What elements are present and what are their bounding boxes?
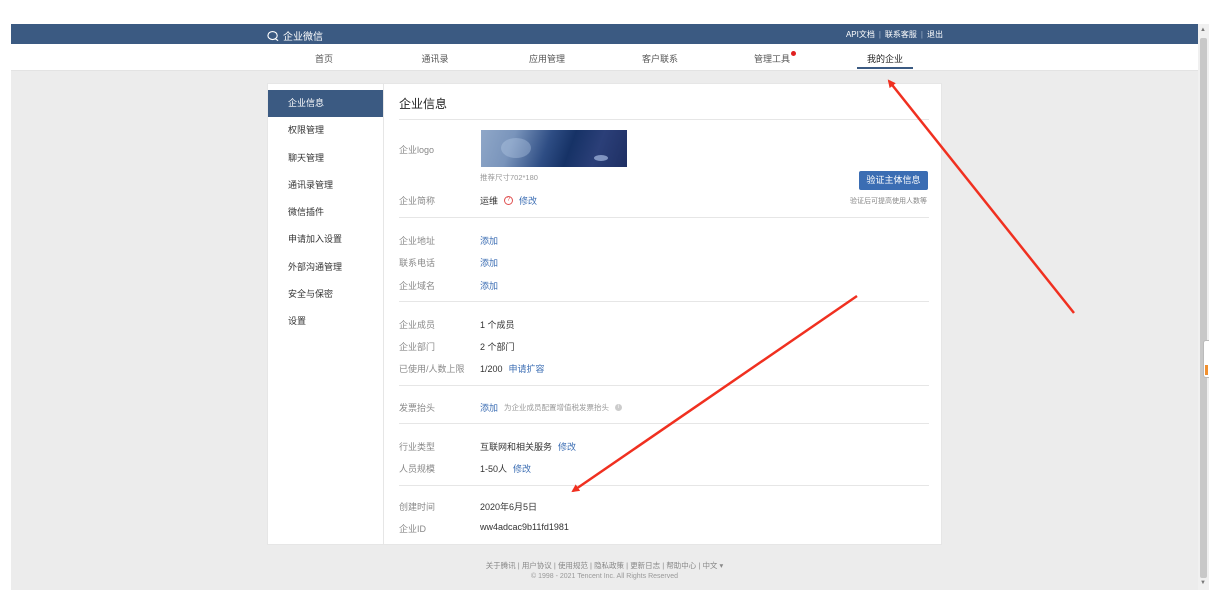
created-value: 2020年6月5日 [480,502,538,512]
scale-row: 1-50人 修改 [480,462,531,475]
content-panel: 企业信息 企业logo 推荐尺寸702*180 验证主体信息 验证后可提高使用人… [384,84,941,544]
notification-dot [791,51,796,56]
wecom-logo-icon [267,30,279,41]
nav-customer-contact[interactable]: 客户联系 [630,52,690,65]
verify-entity-button[interactable]: 验证主体信息 [859,171,928,190]
separator: | [878,30,881,39]
sidebar-item-contacts-management[interactable]: 通讯录管理 [268,172,383,199]
footer-language-select[interactable]: 中文 ▾ [702,561,723,570]
nav-home[interactable]: 首页 [294,52,354,65]
departments-label: 企业部门 [399,342,436,352]
footer-copyright: © 1998 - 2021 Tencent Inc. All Rights Re… [530,573,679,580]
sidebar-item-wechat-plugin[interactable]: 微信插件 [268,199,383,226]
usage-label: 已使用/人数上限 [399,364,465,374]
usage-value: 1/200 [480,363,503,374]
add-phone-link[interactable]: 添加 [480,256,498,269]
api-docs-link[interactable]: API文档 [846,29,875,40]
invoice-hint: 为企业成员配置增值税发票抬头 [504,403,610,412]
corp-id-label: 企业ID [399,524,427,534]
scroll-thumb[interactable] [1200,38,1207,578]
enterprise-card: 企业信息 权限管理 聊天管理 通讯录管理 微信插件 申请加入设置 外部沟通管理 … [267,83,942,545]
sidebar-item-settings[interactable]: 设置 [268,308,383,335]
sidebar-item-join-settings[interactable]: 申请加入设置 [268,226,383,253]
verify-hint: 验证后可提高使用人数等 [850,198,927,205]
corp-id-value: ww4adcac9b11fd1981 [480,522,569,532]
scrollbar[interactable]: ▲ ▼ [1198,24,1209,590]
nav-my-enterprise[interactable]: 我的企业 [855,52,915,65]
sidebar-item-external-communication[interactable]: 外部沟通管理 [268,254,383,281]
add-address-link[interactable]: 添加 [480,234,498,247]
edit-industry-link[interactable]: 修改 [558,440,576,453]
nav-apps[interactable]: 应用管理 [517,52,577,65]
divider [399,217,929,218]
nav-active-underline [857,67,913,69]
sidebar-item-chat-management[interactable]: 聊天管理 [268,145,383,172]
edit-short-name-link[interactable]: 修改 [519,194,537,207]
side-float-tab[interactable] [1203,340,1209,378]
sidebar-item-security[interactable]: 安全与保密 [268,281,383,308]
footer-link-changelog[interactable]: 更新日志 [630,561,660,570]
industry-label: 行业类型 [399,442,436,452]
scale-label: 人员规模 [399,464,436,474]
info-icon[interactable]: i [615,404,623,411]
footer-links: 关于腾讯 | 用户协议 | 使用规范 | 隐私政策 | 更新日志 | 帮助中心 … [485,561,724,570]
members-value: 1 个成员 [480,320,515,330]
page-title: 企业信息 [399,97,448,111]
top-links: API文档 | 联系客服 | 退出 [846,29,943,40]
apply-expand-link[interactable]: 申请扩容 [509,362,545,375]
domain-label: 企业域名 [399,281,436,291]
usage-row: 1/200 申请扩容 [480,362,545,375]
brand[interactable]: 企业微信 [267,28,323,43]
footer-link-privacy[interactable]: 隐私政策 [594,561,624,570]
footer-link-usage-rules[interactable]: 使用规范 [558,561,588,570]
footer-link-help[interactable]: 帮助中心 [666,561,696,570]
main-nav: 首页 通讯录 应用管理 客户联系 管理工具 我的企业 [11,44,1198,71]
scale-value: 1-50人 [480,464,508,474]
sidebar: 企业信息 权限管理 聊天管理 通讯录管理 微信插件 申请加入设置 外部沟通管理 … [268,84,384,544]
logo-highlight [501,138,531,158]
sidebar-item-permissions[interactable]: 权限管理 [268,117,383,144]
divider [399,485,929,486]
short-name-label: 企业简称 [399,196,436,206]
industry-value: 互联网和相关服务 [480,442,553,452]
industry-row: 互联网和相关服务 修改 [480,440,576,453]
invoice-row: 添加 为企业成员配置增值税发票抬头 i [480,401,623,414]
page-frame: 企业微信 API文档 | 联系客服 | 退出 首页 通讯录 应用管理 客户联系 … [11,24,1198,590]
created-label: 创建时间 [399,502,436,512]
logo-highlight [594,155,608,161]
divider [399,119,929,120]
phone-label: 联系电话 [399,258,436,268]
enterprise-logo-image[interactable] [481,130,627,167]
logo-size-hint: 推荐尺寸702*180 [480,173,538,182]
add-domain-link[interactable]: 添加 [480,279,498,292]
members-label: 企业成员 [399,320,436,330]
edit-scale-link[interactable]: 修改 [513,462,531,475]
short-name-row: 运维 ? 修改 [480,194,537,207]
short-name-value: 运维 [480,196,499,206]
divider [399,385,929,386]
question-icon[interactable]: ? [504,196,514,205]
divider [399,423,929,424]
separator: | [920,30,923,39]
contact-support-link[interactable]: 联系客服 [885,29,917,40]
top-bar: 企业微信 API文档 | 联系客服 | 退出 [11,24,1198,44]
add-invoice-link[interactable]: 添加 [480,401,498,414]
nav-contacts[interactable]: 通讯录 [405,52,465,65]
brand-name: 企业微信 [283,32,323,43]
divider [399,301,929,302]
footer-link-user-agreement[interactable]: 用户协议 [522,561,552,570]
footer-link-about[interactable]: 关于腾讯 [486,561,516,570]
scroll-up-icon[interactable]: ▲ [1200,27,1206,33]
departments-value: 2 个部门 [480,342,515,352]
logo-label: 企业logo [399,145,435,155]
logout-link[interactable]: 退出 [927,29,943,40]
scroll-down-icon[interactable]: ▼ [1200,580,1206,586]
invoice-label: 发票抬头 [399,403,436,413]
sidebar-item-enterprise-info[interactable]: 企业信息 [268,90,383,118]
address-label: 企业地址 [399,236,436,246]
